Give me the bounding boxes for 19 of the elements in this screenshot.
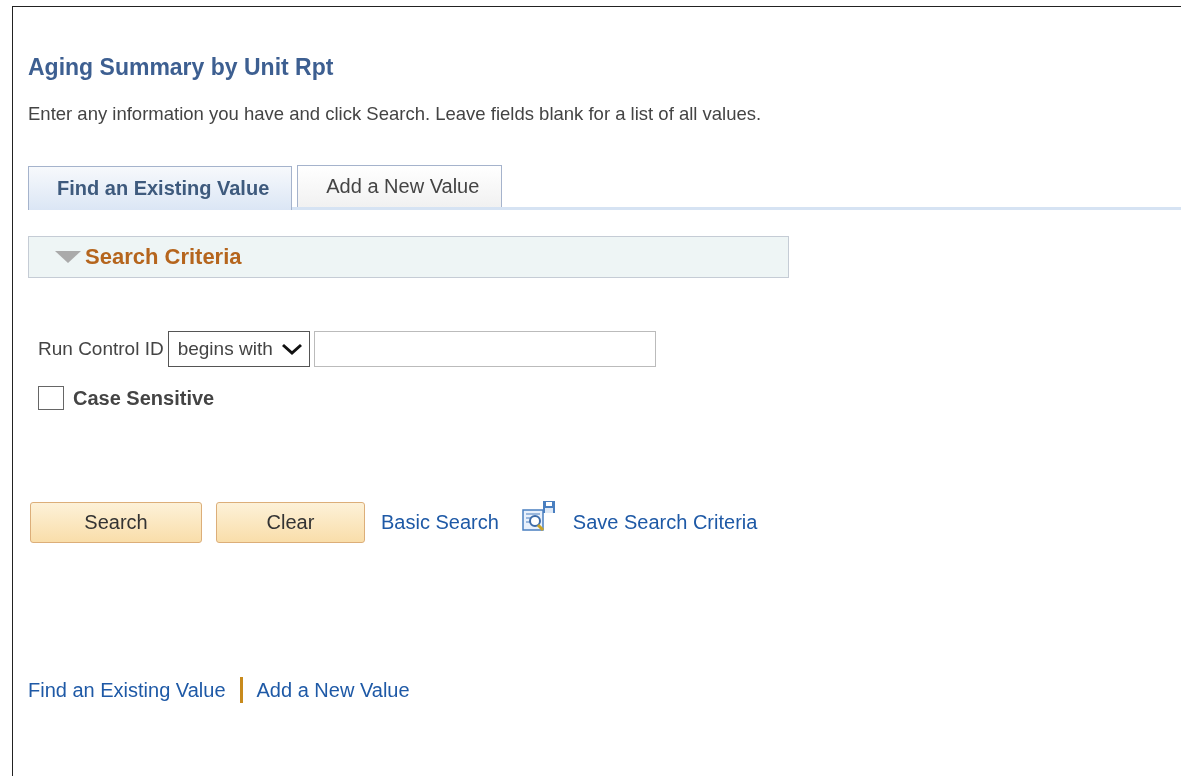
save-search-icon[interactable] <box>520 499 557 534</box>
section-title: Search Criteria <box>85 244 242 270</box>
input-field[interactable] <box>313 331 656 367</box>
chevron-down-icon <box>280 342 303 356</box>
checkbox-label: Case Sensitive <box>73 386 215 410</box>
link[interactable]: Add a New Value <box>256 678 410 702</box>
link[interactable]: Save Search Criteria <box>572 511 758 534</box>
operator-dropdown[interactable]: begins with <box>167 331 310 367</box>
tab[interactable]: Find an Existing Value <box>28 166 293 210</box>
instructions-text: Enter any information you have and click Search. Leave fields blank for a list of all values. <box>28 103 762 125</box>
link[interactable]: Find an Existing Value <box>28 678 226 702</box>
section-header[interactable]: Search Criteria <box>28 236 789 278</box>
checkbox[interactable] <box>38 386 64 410</box>
page-title: Aging Summary by Unit Rpt <box>28 54 334 81</box>
tab[interactable]: Add a New Value <box>297 165 503 207</box>
link[interactable]: Basic Search <box>381 511 499 534</box>
search-button[interactable]: Search <box>30 502 202 543</box>
field-label: Run Control ID <box>38 338 164 360</box>
clear-button[interactable]: Clear <box>216 502 365 543</box>
